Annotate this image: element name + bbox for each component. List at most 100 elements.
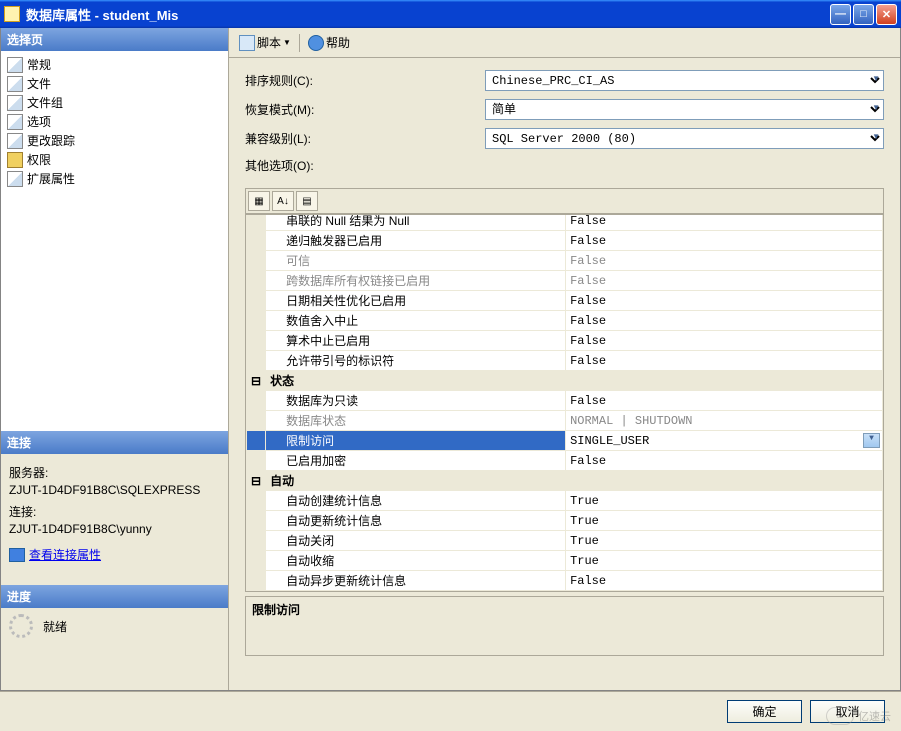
toolbar-label: 帮助 [326,34,350,51]
description-box: 限制访问 [245,596,884,656]
sidebar-item-filegroups[interactable]: 文件组 [5,93,224,112]
toolbar: 脚本 ▼ 帮助 [229,28,900,58]
grid-property-row[interactable]: 自动关闭True [247,531,883,551]
grid-property-row[interactable]: 可信False [247,251,883,271]
grid-property-row[interactable]: 日期相关性优化已启用False [247,291,883,311]
property-value[interactable]: False [566,311,883,331]
property-value[interactable]: True [566,511,883,531]
server-value: ZJUT-1D4DF91B8C\SQLEXPRESS [9,483,220,497]
sidebar-item-options[interactable]: 选项 [5,112,224,131]
recovery-select[interactable]: 简单 [485,99,884,120]
spinner-icon [9,614,33,638]
description-title: 限制访问 [252,601,877,618]
compat-select[interactable]: SQL Server 2000 (80) [485,128,884,149]
watermark: ∞ 亿速云 [826,707,891,725]
window-title: 数据库属性 - student_Mis [26,5,830,24]
collapse-icon[interactable]: ⊟ [247,371,266,391]
help-button[interactable]: 帮助 [308,34,350,51]
collapse-icon[interactable]: ⊟ [247,471,266,491]
grid-property-row[interactable]: 跨数据库所有权链接已启用False [247,271,883,291]
properties-button[interactable]: ▤ [296,191,318,211]
property-value[interactable]: False [566,231,883,251]
compat-label: 兼容级别(L): [245,130,485,147]
property-name: 日期相关性优化已启用 [266,291,566,311]
property-value[interactable]: False [566,451,883,471]
page-icon [7,57,23,73]
property-name: 递归触发器已启用 [266,231,566,251]
property-value[interactable]: True [566,531,883,551]
grid-property-row[interactable]: 自动更新统计信息True [247,511,883,531]
toolbar-separator [299,34,300,52]
property-grid[interactable]: ANSI 填充已启用FalseVarDecimal 存储格式已启用True参数化… [245,214,884,592]
connection-value: ZJUT-1D4DF91B8C\yunny [9,522,220,536]
property-name: 数据库为只读 [266,391,566,411]
property-value[interactable]: False [566,271,883,291]
grid-property-row[interactable]: 数据库为只读False [247,391,883,411]
progress-status: 就绪 [43,618,67,635]
property-value[interactable]: True [566,491,883,511]
property-value[interactable]: False [566,331,883,351]
sidebar-item-label: 文件组 [27,94,63,111]
grid-property-row[interactable]: 递归触发器已启用False [247,231,883,251]
dialog-footer: 确定 取消 [0,691,901,731]
sidebar-item-label: 扩展属性 [27,170,75,187]
property-value[interactable]: SINGLE_USER [566,431,883,451]
grid-property-row[interactable]: 算术中止已启用False [247,331,883,351]
server-label: 服务器: [9,464,220,481]
property-value[interactable]: False [566,351,883,371]
properties-icon [9,548,25,562]
grid-property-row[interactable]: 串联的 Null 结果为 NullFalse [247,214,883,231]
property-value[interactable]: True [566,551,883,571]
property-value[interactable]: False [566,391,883,411]
property-value[interactable]: NORMAL | SHUTDOWN [566,411,883,431]
property-value[interactable]: False [566,251,883,271]
property-name: 已启用加密 [266,451,566,471]
collation-select[interactable]: Chinese_PRC_CI_AS [485,70,884,91]
toolbar-label: 脚本 [257,34,281,51]
script-icon [239,35,255,51]
grid-property-row[interactable]: 已启用加密False [247,451,883,471]
sort-az-button[interactable]: A↓ [272,191,294,211]
script-button[interactable]: 脚本 ▼ [239,34,291,51]
grid-property-row[interactable]: 自动异步更新统计信息False [247,571,883,591]
sidebar-item-changetracking[interactable]: 更改跟踪 [5,131,224,150]
category-name: 自动 [266,471,883,491]
collation-label: 排序规则(C): [245,72,485,89]
minimize-button[interactable]: — [830,4,851,25]
select-page-header: 选择页 [1,28,228,51]
close-button[interactable]: ✕ [876,4,897,25]
property-name: 数据库状态 [266,411,566,431]
view-connection-props-link[interactable]: 查看连接属性 [9,546,220,563]
grid-property-row[interactable]: 数据库状态NORMAL | SHUTDOWN [247,411,883,431]
sidebar-item-extended[interactable]: 扩展属性 [5,169,224,188]
grid-toolbar: ▦ A↓ ▤ [245,188,884,214]
grid-property-row[interactable]: 自动创建统计信息True [247,491,883,511]
other-label: 其他选项(O): [245,157,485,174]
property-name: 自动关闭 [266,531,566,551]
property-name: 限制访问 [266,431,566,451]
grid-category-row[interactable]: ⊟状态 [247,371,883,391]
grid-property-row[interactable]: 限制访问SINGLE_USER [247,431,883,451]
property-value[interactable]: False [566,291,883,311]
page-icon [7,171,23,187]
categorize-button[interactable]: ▦ [248,191,270,211]
property-name: 自动创建统计信息 [266,491,566,511]
sidebar-item-files[interactable]: 文件 [5,74,224,93]
sidebar-item-general[interactable]: 常规 [5,55,224,74]
property-name: 自动异步更新统计信息 [266,571,566,591]
window-titlebar: 数据库属性 - student_Mis — □ ✕ [0,0,901,28]
app-icon [4,6,20,22]
connection-header: 连接 [1,431,228,454]
grid-property-row[interactable]: 允许带引号的标识符False [247,351,883,371]
sidebar-item-permissions[interactable]: 权限 [5,150,224,169]
grid-property-row[interactable]: 自动收缩True [247,551,883,571]
page-icon [7,114,23,130]
grid-category-row[interactable]: ⊟自动 [247,471,883,491]
maximize-button[interactable]: □ [853,4,874,25]
connection-label: 连接: [9,503,220,520]
ok-button[interactable]: 确定 [727,700,802,723]
property-value[interactable]: False [566,571,883,591]
grid-property-row[interactable]: 数值舍入中止False [247,311,883,331]
property-value[interactable]: False [566,214,883,231]
key-icon [7,152,23,168]
